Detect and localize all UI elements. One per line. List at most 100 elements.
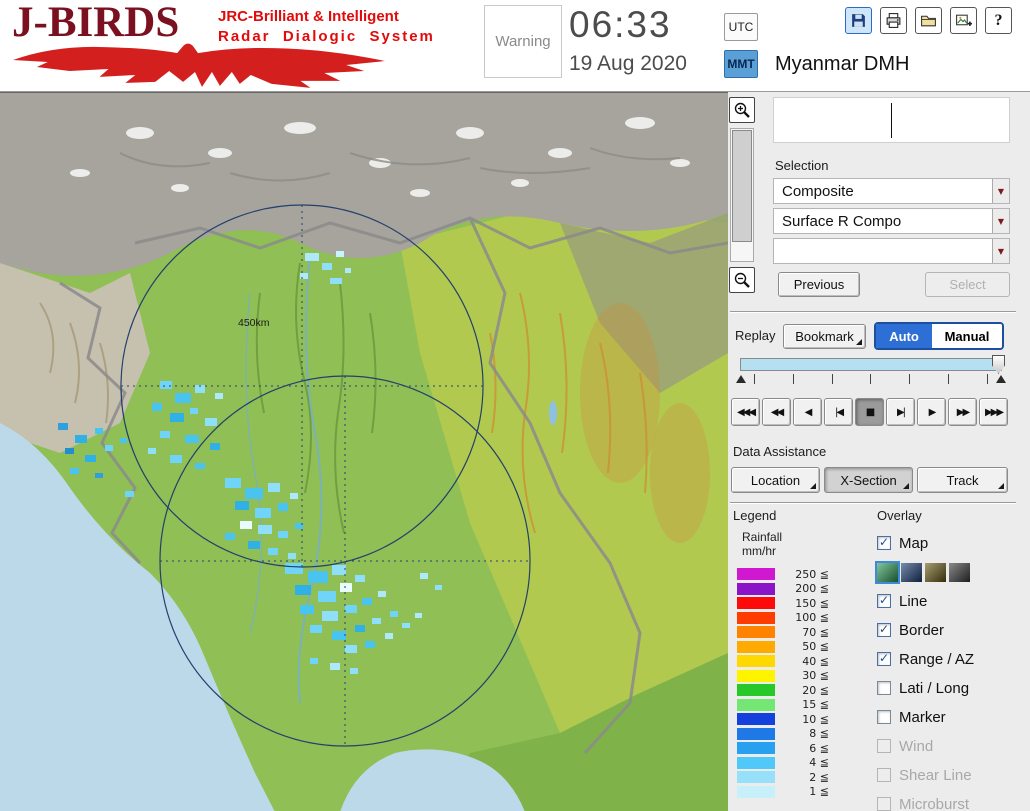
lati-long-checkbox[interactable]: ✓ bbox=[877, 681, 891, 695]
map-style-swatch[interactable] bbox=[875, 560, 900, 584]
clock-time: 06:33 bbox=[569, 4, 672, 45]
option-dropdown[interactable]: ▼ bbox=[773, 238, 1010, 264]
fast-forward-button[interactable]: ▶▶ bbox=[948, 398, 977, 426]
legend-entry: 200 ≦ bbox=[737, 582, 829, 595]
previous-button[interactable]: Previous bbox=[778, 272, 860, 297]
legend-color-chip bbox=[737, 713, 775, 725]
legend-color-chip bbox=[737, 611, 775, 624]
bookmark-button[interactable]: Bookmark bbox=[783, 324, 866, 349]
legend-entry: 8 ≦ bbox=[737, 727, 829, 740]
select-button[interactable]: Select bbox=[925, 272, 1010, 297]
play-backward-button[interactable]: ◀ bbox=[793, 398, 822, 426]
jump-start-button[interactable]: ◀◀◀ bbox=[731, 398, 760, 426]
radar-map[interactable]: 450km bbox=[0, 92, 729, 811]
legend-color-chip bbox=[737, 742, 775, 754]
legend-entry: 50 ≦ bbox=[737, 640, 829, 653]
overlay-item-border[interactable]: ✓ Border bbox=[877, 620, 1027, 640]
legend-color-chip bbox=[737, 626, 775, 638]
overlay-item-microburst: ✓ Microburst bbox=[877, 794, 1027, 811]
replay-label: Replay bbox=[735, 328, 776, 343]
mmt-button[interactable]: MMT bbox=[724, 50, 758, 78]
zoom-slider-track[interactable] bbox=[730, 128, 754, 262]
legend-color-chip bbox=[737, 655, 775, 667]
composite-dropdown[interactable]: Composite ▼ bbox=[773, 178, 1010, 204]
legend-color-chip bbox=[737, 785, 775, 798]
zoom-slider-thumb[interactable] bbox=[732, 130, 752, 242]
utc-button[interactable]: UTC bbox=[724, 13, 758, 41]
marker-checkbox[interactable]: ✓ bbox=[877, 710, 891, 724]
border-checkbox[interactable]: ✓ bbox=[877, 623, 891, 637]
range-az-checkbox[interactable]: ✓ bbox=[877, 652, 891, 666]
location-button[interactable]: Location bbox=[731, 467, 820, 493]
legend-entry: 4 ≦ bbox=[737, 756, 829, 769]
line-checkbox[interactable]: ✓ bbox=[877, 594, 891, 608]
legend-entry: 6 ≦ bbox=[737, 742, 829, 755]
map-style-swatch[interactable] bbox=[925, 562, 946, 582]
overlay-item-map[interactable]: ✓ Map bbox=[877, 533, 1027, 553]
warning-label: Warning bbox=[495, 33, 551, 50]
legend-color-chip bbox=[737, 568, 775, 580]
legend-color-chip bbox=[737, 640, 775, 653]
timeline-ticks bbox=[754, 374, 988, 384]
selection-label: Selection bbox=[775, 158, 829, 173]
product-dropdown-value: Surface R Compo bbox=[782, 212, 902, 230]
print-icon bbox=[886, 13, 901, 28]
zoom-out-button[interactable] bbox=[729, 267, 755, 293]
save-button[interactable] bbox=[845, 7, 872, 34]
help-button[interactable]: ? bbox=[985, 7, 1012, 34]
chevron-down-icon[interactable]: ▼ bbox=[992, 239, 1009, 263]
myanmar-terrain-map bbox=[0, 93, 729, 811]
legend-color-chip bbox=[737, 684, 775, 696]
check-icon: ✓ bbox=[878, 593, 890, 607]
legend-entry: 70 ≦ bbox=[737, 626, 829, 639]
legend-unit: Rainfall mm/hr bbox=[742, 530, 783, 558]
header: J-BIRDS JRC-Brilliant & Intelligent Rada… bbox=[0, 0, 1030, 92]
jump-end-button[interactable]: ▶▶▶ bbox=[979, 398, 1008, 426]
chevron-down-icon[interactable]: ▼ bbox=[992, 209, 1009, 233]
timeline-handle[interactable] bbox=[992, 355, 1005, 374]
logo-subtitle-line1: JRC-Brilliant & Intelligent bbox=[218, 8, 399, 25]
open-folder-button[interactable] bbox=[915, 7, 942, 34]
overlay-item-range-az[interactable]: ✓ Range / AZ bbox=[877, 649, 1027, 669]
overlay-item-shear-line: ✓ Shear Line bbox=[877, 765, 1027, 785]
play-forward-button[interactable]: ▶ bbox=[917, 398, 946, 426]
manual-mode-button[interactable]: Manual bbox=[932, 324, 1002, 348]
overlay-item-lati-long[interactable]: ✓ Lati / Long bbox=[877, 678, 1027, 698]
chevron-down-icon[interactable]: ▼ bbox=[992, 179, 1009, 203]
step-backward-button[interactable]: |◀ bbox=[824, 398, 853, 426]
overlay-item-line[interactable]: ✓ Line bbox=[877, 591, 1027, 611]
print-button[interactable] bbox=[880, 7, 907, 34]
overlay-item-marker[interactable]: ✓ Marker bbox=[877, 707, 1027, 727]
legend-title: Legend bbox=[733, 508, 777, 523]
map-checkbox[interactable]: ✓ bbox=[877, 536, 891, 550]
stop-button[interactable]: ■ bbox=[855, 398, 884, 426]
map-style-swatch[interactable] bbox=[949, 562, 970, 582]
legend-color-chip bbox=[737, 727, 775, 740]
save-icon bbox=[852, 14, 865, 27]
zoom-in-icon bbox=[734, 102, 750, 118]
microburst-checkbox: ✓ bbox=[877, 797, 891, 811]
product-dropdown[interactable]: Surface R Compo ▼ bbox=[773, 208, 1010, 234]
eagle-logo-icon bbox=[12, 43, 386, 88]
fast-backward-button[interactable]: ◀◀ bbox=[762, 398, 791, 426]
track-button[interactable]: Track bbox=[917, 467, 1008, 493]
timeline-track[interactable] bbox=[740, 358, 1002, 371]
control-panel: Selection Composite ▼ Surface R Compo ▼ … bbox=[728, 92, 1030, 811]
x-section-button[interactable]: X-Section bbox=[824, 467, 913, 493]
rainfall-legend: 250 ≦ 200 ≦ 150 ≦ 100 ≦ 70 ≦ 50 ≦ 40 ≦ 3… bbox=[737, 568, 829, 800]
check-icon: ✓ bbox=[878, 535, 890, 549]
timeline-start-marker bbox=[736, 375, 746, 383]
add-image-button[interactable] bbox=[950, 7, 977, 34]
step-forward-button[interactable]: ▶| bbox=[886, 398, 915, 426]
legend-entry: 150 ≦ bbox=[737, 597, 829, 610]
zoom-out-icon bbox=[734, 272, 750, 288]
replay-mode-toggle: Auto Manual bbox=[874, 322, 1004, 350]
legend-entry: 40 ≦ bbox=[737, 655, 829, 668]
zoom-in-button[interactable] bbox=[729, 97, 755, 123]
map-style-swatch[interactable] bbox=[901, 562, 922, 582]
legend-entry: 30 ≦ bbox=[737, 669, 829, 682]
timezone-toggle: UTC MMT bbox=[724, 13, 758, 78]
auto-mode-button[interactable]: Auto bbox=[876, 324, 932, 348]
playback-controls: ◀◀◀ ◀◀ ◀ |◀ ■ ▶| ▶ ▶▶ ▶▶▶ bbox=[731, 398, 1008, 426]
divider bbox=[730, 502, 1016, 504]
